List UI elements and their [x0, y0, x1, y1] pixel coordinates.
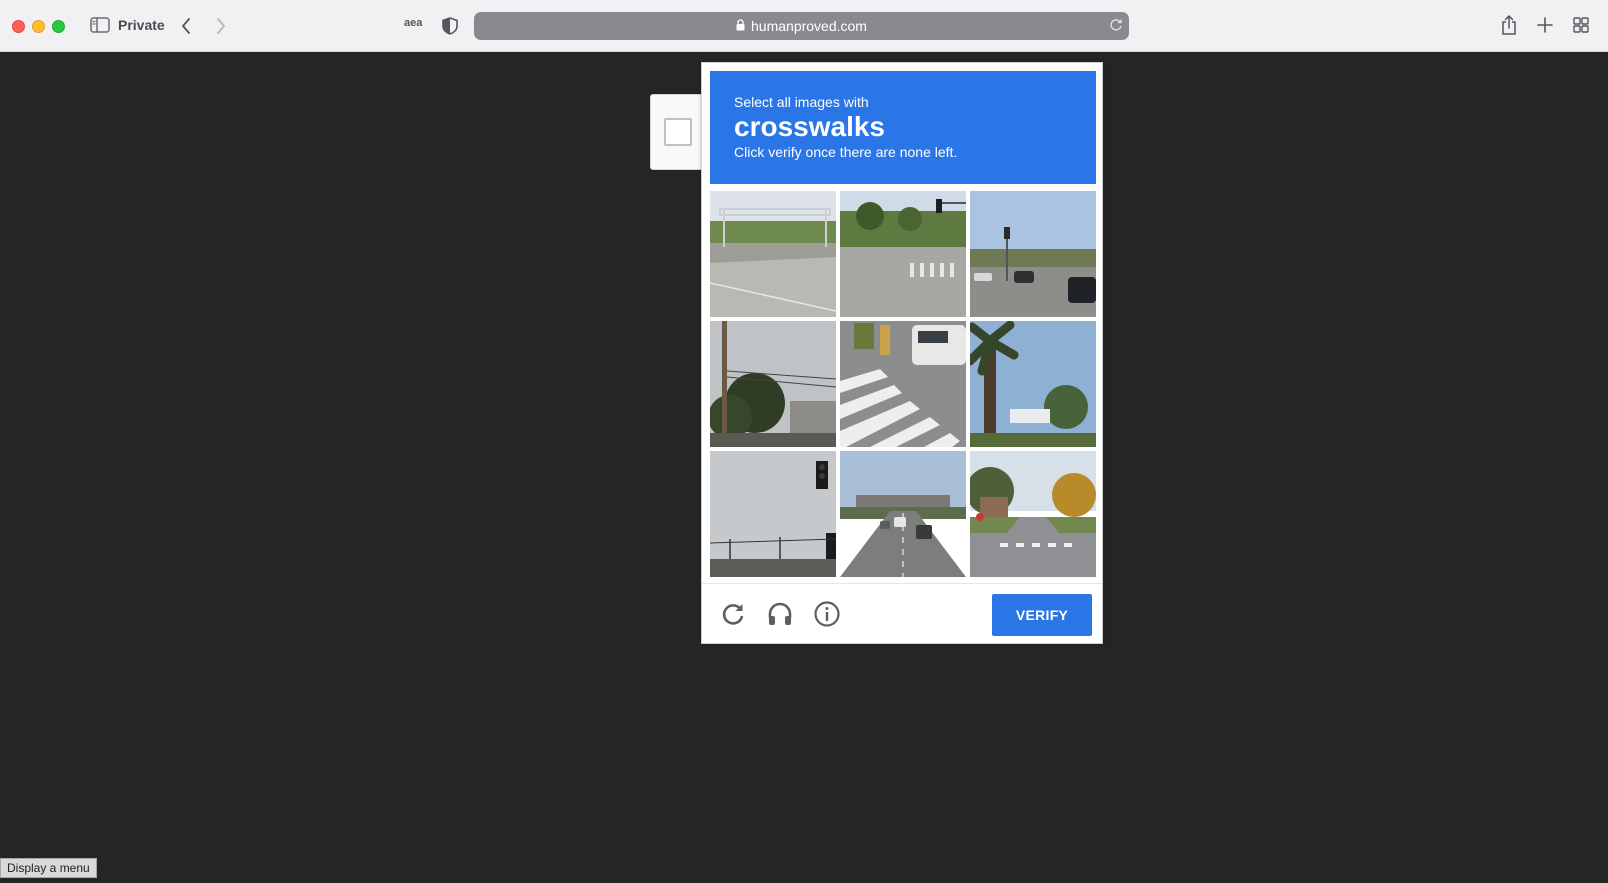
tile-2[interactable] [840, 191, 966, 317]
tile-1-image [710, 191, 836, 317]
tile-3-image [970, 191, 1096, 317]
tile-8[interactable] [840, 451, 966, 577]
back-icon[interactable] [178, 16, 194, 36]
tile-5[interactable] [840, 321, 966, 447]
tile-8-image [840, 451, 966, 577]
privacy-shield-icon[interactable] [441, 17, 459, 35]
tile-9-image [970, 451, 1096, 577]
forward-icon[interactable] [213, 16, 229, 36]
sidebar-toggle-icon[interactable] [90, 16, 110, 34]
status-tooltip: Display a menu [0, 858, 97, 878]
image-grid [710, 191, 1096, 577]
address-text: humanproved.com [751, 18, 867, 34]
tab-overview-icon[interactable] [1572, 16, 1590, 34]
private-label: Private [118, 17, 165, 33]
minimize-window-button[interactable] [32, 20, 45, 33]
captcha-challenge: Select all images with crosswalks Click … [701, 62, 1103, 644]
info-icon[interactable] [813, 600, 841, 628]
headphones-icon[interactable] [766, 600, 794, 628]
instruction-suffix: Click verify once there are none left. [734, 144, 958, 160]
target-object: crosswalks [734, 111, 885, 142]
fullscreen-window-button[interactable] [52, 20, 65, 33]
lock-icon [736, 18, 745, 34]
verify-button[interactable]: VERIFY [992, 594, 1092, 636]
tile-2-image [840, 191, 966, 317]
close-window-button[interactable] [12, 20, 25, 33]
address-bar[interactable]: humanproved.com [474, 12, 1129, 40]
reload-icon[interactable] [1109, 18, 1123, 35]
tile-5-image [840, 321, 966, 447]
tile-4-image [710, 321, 836, 447]
browser-toolbar: Private aea humanproved.com [0, 0, 1608, 52]
captcha-anchor [650, 94, 703, 170]
challenge-header: Select all images with crosswalks Click … [710, 71, 1096, 184]
challenge-footer: VERIFY [702, 583, 1102, 643]
tile-6[interactable] [970, 321, 1096, 447]
amazon-extension-icon[interactable]: aea [404, 17, 422, 29]
share-icon[interactable] [1500, 14, 1518, 36]
tile-3[interactable] [970, 191, 1096, 317]
tile-9[interactable] [970, 451, 1096, 577]
tile-6-image [970, 321, 1096, 447]
tile-4[interactable] [710, 321, 836, 447]
reload-challenge-icon[interactable] [719, 600, 747, 628]
tile-7-image [710, 451, 836, 577]
tile-1[interactable] [710, 191, 836, 317]
new-tab-icon[interactable] [1536, 16, 1554, 34]
captcha-checkbox[interactable] [664, 118, 692, 146]
tile-7[interactable] [710, 451, 836, 577]
instruction-prefix: Select all images with [734, 94, 869, 110]
